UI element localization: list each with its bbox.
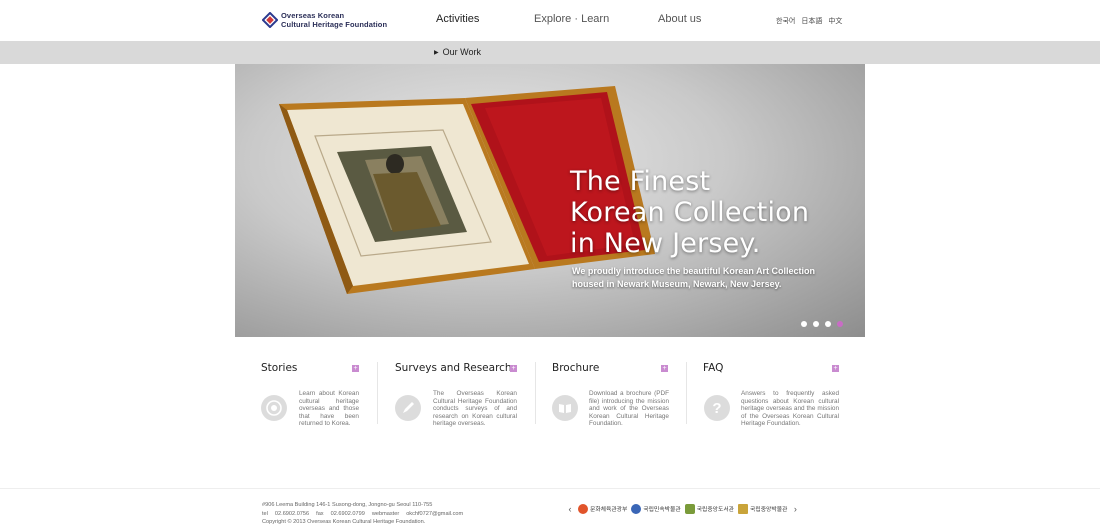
- hero-title: The Finest Korean Collection in New Jers…: [570, 166, 809, 259]
- caret-right-icon: ▶: [434, 49, 439, 56]
- subnav-label: Our Work: [442, 47, 481, 57]
- card-stories: Stories + Learn about Korean cultural he…: [261, 362, 361, 432]
- card-divider: [686, 362, 687, 424]
- footer-info: #906 Leema Building 146-1 Susong-dong, J…: [262, 501, 470, 527]
- sub-nav-bar: ▶ Our Work: [0, 41, 1100, 64]
- slide-dot-2[interactable]: [813, 321, 819, 327]
- slider-pagination: [801, 321, 843, 327]
- card-description: Download a brochure (PDF file) introduci…: [589, 390, 669, 428]
- tel-label: tel: [262, 510, 268, 517]
- card-title[interactable]: Stories: [261, 362, 297, 374]
- chevron-right-icon[interactable]: ›: [791, 504, 799, 514]
- pencil-icon: [395, 395, 421, 421]
- card-description: Answers to frequently asked questions ab…: [741, 390, 839, 428]
- plus-icon[interactable]: +: [510, 365, 517, 372]
- lang-chinese[interactable]: 中文: [828, 16, 842, 26]
- card-description: The Overseas Korean Cultural Heritage Fo…: [433, 390, 517, 428]
- footer-address: #906 Leema Building 146-1 Susong-dong, J…: [262, 502, 433, 508]
- footer-contacts: tel 02.6902.0756 fax 02.6902.0799 webmaster o…: [262, 510, 470, 519]
- partner-name-4: 국립중앙박물관: [750, 507, 788, 513]
- nav-activities[interactable]: Activities: [436, 13, 479, 25]
- fax-label: fax: [316, 510, 324, 517]
- lang-japanese[interactable]: 日本語: [801, 16, 822, 26]
- partner-logo-1[interactable]: 문화체육관광부: [578, 502, 627, 515]
- card-surveys-research: Surveys and Research + The Overseas Kore…: [395, 362, 519, 432]
- hero-slider: The Finest Korean Collection in New Jers…: [235, 64, 865, 337]
- partner-name-3: 국립중앙도서관: [696, 507, 735, 513]
- lang-korean[interactable]: 한국어: [776, 16, 795, 26]
- fax-number: 02.6902.0799: [330, 510, 365, 517]
- partner-mark-icon: [684, 503, 695, 514]
- card-title[interactable]: Brochure: [552, 362, 599, 374]
- partner-logo-2[interactable]: 국립민속박물관: [631, 502, 681, 515]
- card-faq: FAQ + ? Answers to frequently asked ques…: [703, 362, 843, 432]
- header: Overseas Korean Cultural Heritage Founda…: [0, 0, 1100, 41]
- book-icon: [552, 395, 578, 421]
- plus-icon[interactable]: +: [352, 365, 359, 372]
- slide-dot-3[interactable]: [825, 321, 831, 327]
- subnav-our-work[interactable]: ▶ Our Work: [434, 47, 481, 57]
- card-description: Learn about Korean cultural heritage ove…: [299, 390, 359, 428]
- webmaster-email[interactable]: okchf0727@gmail.com: [406, 511, 463, 517]
- nav-explore-learn[interactable]: Explore · Learn: [534, 13, 609, 25]
- nav-about-us[interactable]: About us: [658, 13, 701, 25]
- slide-dot-4[interactable]: [837, 321, 843, 327]
- card-brochure: Brochure + Download a brochure (PDF file…: [552, 362, 670, 432]
- language-switcher: 한국어 日本語 中文: [776, 16, 842, 26]
- partner-logo-4[interactable]: 국립중앙박물관: [738, 502, 787, 515]
- slide-dot-1[interactable]: [801, 321, 807, 327]
- plus-icon[interactable]: +: [661, 365, 668, 372]
- card-title[interactable]: FAQ: [703, 362, 723, 374]
- partner-mark-icon: [631, 503, 642, 514]
- question-icon: ?: [704, 395, 730, 421]
- main-nav: Activities Explore · Learn About us: [0, 13, 1100, 29]
- card-divider: [377, 362, 378, 424]
- partner-mark-icon: [738, 503, 749, 514]
- footer-copyright: Copyright © 2013 Overseas Korean Cultura…: [262, 519, 426, 526]
- target-icon: [261, 395, 287, 421]
- partner-logo-3[interactable]: 국립중앙도서관: [684, 502, 735, 515]
- partner-carousel: ‹ 문화체육관광부 국립민속박물관 국립중앙도서관 국립중앙박물관 ›: [566, 502, 799, 515]
- partner-mark-icon: [578, 503, 588, 514]
- chevron-left-icon[interactable]: ‹: [566, 504, 574, 514]
- card-divider: [535, 362, 536, 424]
- tel-number: 02.6902.0756: [274, 510, 310, 517]
- hero-subtitle: We proudly introduce the beautiful Korea…: [572, 266, 816, 289]
- footer-divider: [0, 488, 1100, 489]
- webmaster-label: webmaster: [371, 510, 400, 517]
- partner-name-1: 문화체육관광부: [590, 507, 628, 513]
- hero-title-line-1: The Finest: [570, 166, 711, 197]
- hero-title-line-3: in New Jersey.: [570, 228, 761, 259]
- card-title[interactable]: Surveys and Research: [395, 362, 512, 374]
- plus-icon[interactable]: +: [832, 365, 839, 372]
- partner-name-2: 국립민속박물관: [643, 507, 681, 513]
- hero-title-line-2: Korean Collection: [570, 197, 810, 228]
